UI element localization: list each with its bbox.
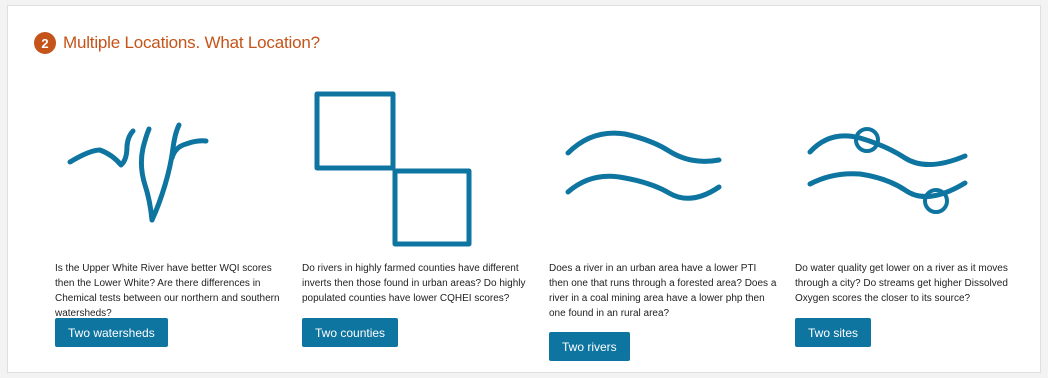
question-text: Do rivers in highly farmed counties have… [302,263,526,304]
step-number-badge: 2 [34,32,56,54]
two-waves-icon [565,130,722,201]
two-sites-button[interactable]: Two sites [795,318,872,347]
river-branches-icon [67,122,209,223]
question-text: Does a river in an urban area have a low… [549,263,777,319]
question-text: Is the Upper White River have better WQI… [55,263,280,319]
two-squares-icon [314,91,472,247]
card-rivers: Does a river in an urban area have a low… [549,0,781,361]
card-counties: Do rivers in highly farmed counties have… [302,0,534,360]
two-rivers-button[interactable]: Two rivers [549,332,630,361]
two-watersheds-button[interactable]: Two watersheds [55,318,168,347]
card-sites: Do water quality get lower on a river as… [795,0,1027,360]
waves-with-sites-icon [807,127,968,214]
card-watersheds: Is the Upper White River have better WQI… [55,0,287,360]
two-counties-button[interactable]: Two counties [302,318,399,347]
question-text: Do water quality get lower on a river as… [795,263,1008,304]
